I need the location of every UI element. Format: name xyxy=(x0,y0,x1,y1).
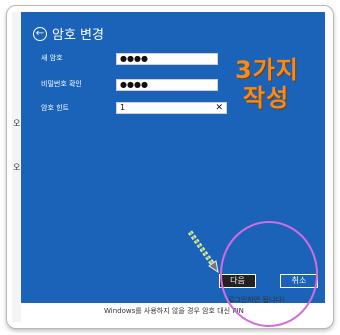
back-arrow-icon[interactable]: ← xyxy=(33,26,47,41)
password-hint-label: 암호 힌트 xyxy=(41,104,69,112)
clear-icon[interactable]: ✕ xyxy=(215,103,223,113)
background-footer-text: Windows를 사용하지 않을 경우 암호 대신 PIN xyxy=(104,307,244,315)
background-footer-text: 로그인하면 됩니다! xyxy=(228,296,285,304)
background-text: 오 xyxy=(13,163,21,172)
confirm-password-label: 비밀번호 확인 xyxy=(41,80,82,88)
annotation-text-line1: 3가지 xyxy=(235,56,299,84)
background-window-edge: 오 오 xyxy=(12,12,21,322)
new-password-label: 새 암호 xyxy=(41,54,63,62)
next-button[interactable]: 다음 xyxy=(219,274,256,288)
new-password-input[interactable]: ●●●● xyxy=(116,53,218,65)
dialog-header: ← 암호 변경 xyxy=(33,24,104,43)
background-text: 오 xyxy=(13,119,21,128)
dialog-title: 암호 변경 xyxy=(52,28,104,43)
password-hint-value: 1 xyxy=(120,103,126,112)
annotation-text-line2: 작성 xyxy=(243,84,290,112)
password-hint-input[interactable]: 1 ✕ xyxy=(116,102,227,114)
confirm-password-input[interactable]: ●●●● xyxy=(116,79,218,91)
cancel-button[interactable]: 취소 xyxy=(280,274,318,288)
